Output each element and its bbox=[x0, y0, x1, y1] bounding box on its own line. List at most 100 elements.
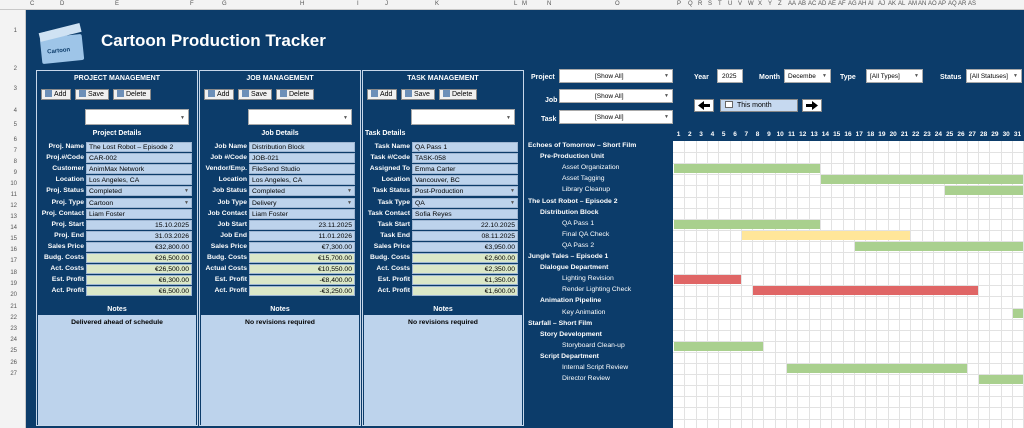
column-header[interactable]: AS bbox=[968, 1, 976, 7]
add-button[interactable]: Add bbox=[41, 89, 71, 100]
column-header[interactable]: H bbox=[300, 1, 304, 7]
task-row[interactable]: QA Pass 1 bbox=[562, 220, 594, 227]
field-value[interactable]: €26,500.00 bbox=[86, 264, 192, 275]
column-header[interactable]: AQ bbox=[948, 1, 957, 7]
field-value[interactable]: €1,350.00 bbox=[412, 275, 518, 286]
field-value[interactable]: Distribution Block bbox=[249, 142, 355, 152]
field-value[interactable]: €2,350.00 bbox=[412, 264, 518, 275]
column-header[interactable]: AE bbox=[828, 1, 836, 7]
column-header[interactable]: F bbox=[190, 1, 194, 7]
row-header[interactable]: 17 bbox=[10, 258, 17, 264]
field-value[interactable]: QA Pass 1 bbox=[412, 142, 518, 152]
task-row[interactable]: Final QA Check bbox=[562, 231, 609, 238]
task-row[interactable]: Key Animation bbox=[562, 309, 605, 316]
column-header[interactable]: K bbox=[435, 1, 439, 7]
project-row[interactable]: The Lost Robot – Episode 2 bbox=[528, 198, 618, 205]
row-header[interactable]: 9 bbox=[14, 170, 17, 176]
row-header[interactable]: 2 bbox=[14, 66, 17, 72]
save-button[interactable]: Save bbox=[238, 89, 272, 100]
row-header[interactable]: 22 bbox=[10, 315, 17, 321]
row-header[interactable]: 8 bbox=[14, 159, 17, 165]
row-header[interactable]: 5 bbox=[14, 122, 17, 128]
field-value[interactable]: Liam Foster bbox=[86, 208, 192, 219]
column-header[interactable]: AB bbox=[798, 1, 806, 7]
gantt-bar[interactable] bbox=[787, 364, 967, 373]
field-value[interactable]: Sofia Reyes bbox=[412, 208, 518, 219]
job-filter-select[interactable]: [Show All] ▼ bbox=[559, 89, 673, 103]
project-row[interactable]: Echoes of Tomorrow – Short Film bbox=[528, 142, 636, 149]
task-row[interactable]: Internal Script Review bbox=[562, 364, 628, 371]
task-row[interactable]: Asset Tagging bbox=[562, 175, 605, 182]
field-value[interactable]: €26,500.00 bbox=[86, 253, 192, 263]
row-header[interactable]: 23 bbox=[10, 326, 17, 332]
field-value[interactable]: €3,950.00 bbox=[412, 241, 518, 252]
row-header[interactable]: 11 bbox=[11, 192, 17, 198]
row-header[interactable]: 21 bbox=[10, 304, 17, 310]
column-header[interactable]: Q bbox=[688, 1, 693, 7]
row-header[interactable]: 15 bbox=[10, 236, 17, 242]
field-value[interactable]: €10,550.00 bbox=[249, 264, 355, 275]
row-header[interactable]: 18 bbox=[10, 270, 17, 276]
gantt-bar[interactable] bbox=[979, 375, 1024, 385]
column-header[interactable]: E bbox=[115, 1, 119, 7]
save-button[interactable]: Save bbox=[75, 89, 109, 100]
column-header[interactable]: AM bbox=[908, 1, 917, 7]
year-input[interactable]: 2025 bbox=[717, 69, 743, 83]
task-row[interactable]: Storyboard Clean-up bbox=[562, 342, 625, 349]
row-header[interactable]: 26 bbox=[10, 360, 17, 366]
row-header[interactable]: 25 bbox=[10, 348, 17, 354]
delete-button[interactable]: Delete bbox=[276, 89, 314, 100]
field-value[interactable]: Los Angeles, CA bbox=[249, 175, 355, 186]
previous-month-button[interactable] bbox=[694, 99, 714, 112]
column-header[interactable]: S bbox=[708, 1, 712, 7]
column-header[interactable]: Z bbox=[778, 1, 782, 7]
add-button[interactable]: Add bbox=[367, 89, 397, 100]
column-header[interactable]: G bbox=[222, 1, 227, 7]
field-value[interactable]: The Lost Robot – Episode 2 bbox=[86, 142, 192, 152]
field-value[interactable]: €32,800.00 bbox=[86, 241, 192, 252]
delete-button[interactable]: Delete bbox=[439, 89, 477, 100]
status-select[interactable]: [All Statuses] ▼ bbox=[966, 69, 1022, 83]
column-header[interactable]: X bbox=[758, 1, 762, 7]
next-month-button[interactable] bbox=[802, 99, 822, 112]
column-header[interactable]: AD bbox=[818, 1, 826, 7]
field-value[interactable]: 31.03.2026 bbox=[86, 230, 192, 241]
row-header[interactable]: 3 bbox=[14, 86, 17, 92]
record-select[interactable]: ▼ bbox=[248, 109, 352, 125]
gantt-bar[interactable] bbox=[674, 219, 820, 229]
field-value[interactable]: Delivery ▼ bbox=[249, 197, 355, 208]
project-row[interactable]: Jungle Tales – Episode 1 bbox=[528, 253, 608, 260]
column-header[interactable]: AA bbox=[788, 1, 796, 7]
field-value[interactable]: -€8,400.00 bbox=[249, 275, 355, 286]
field-value[interactable]: 15.10.2025 bbox=[86, 219, 192, 230]
column-header[interactable]: Y bbox=[768, 1, 772, 7]
field-value[interactable]: Post-Production ▼ bbox=[412, 186, 518, 197]
field-value[interactable]: AnimMax Network bbox=[86, 164, 192, 175]
add-button[interactable]: Add bbox=[204, 89, 234, 100]
row-header[interactable]: 19 bbox=[10, 281, 17, 287]
row-header[interactable]: 13 bbox=[10, 214, 17, 220]
gantt-bar[interactable] bbox=[741, 230, 911, 240]
field-value[interactable]: -€3,250.00 bbox=[249, 286, 355, 297]
row-header[interactable]: 12 bbox=[10, 203, 17, 209]
field-value[interactable]: €7,300.00 bbox=[249, 241, 355, 252]
column-header[interactable]: AG bbox=[848, 1, 857, 7]
task-row[interactable]: Director Review bbox=[562, 375, 610, 382]
gantt-bar[interactable] bbox=[674, 341, 764, 351]
field-value[interactable]: 08.11.2025 bbox=[412, 230, 518, 241]
record-select[interactable]: ▼ bbox=[411, 109, 515, 125]
field-value[interactable]: €15,700.00 bbox=[249, 253, 355, 263]
job-row[interactable]: Script Department bbox=[540, 353, 599, 360]
column-header[interactable]: AJ bbox=[878, 1, 885, 7]
field-value[interactable]: Emma Carter bbox=[412, 164, 518, 175]
column-header[interactable]: AL bbox=[898, 1, 905, 7]
field-value[interactable]: FileSend Studio bbox=[249, 164, 355, 175]
job-row[interactable]: Distribution Block bbox=[540, 209, 599, 216]
task-row[interactable]: Asset Organization bbox=[562, 164, 619, 171]
notes-area[interactable]: Delivered ahead of schedule bbox=[38, 315, 196, 425]
column-header[interactable]: AI bbox=[868, 1, 874, 7]
row-header[interactable]: 14 bbox=[10, 225, 17, 231]
column-header[interactable]: D bbox=[60, 1, 64, 7]
column-header[interactable]: L bbox=[514, 1, 517, 7]
column-header[interactable]: V bbox=[738, 1, 742, 7]
